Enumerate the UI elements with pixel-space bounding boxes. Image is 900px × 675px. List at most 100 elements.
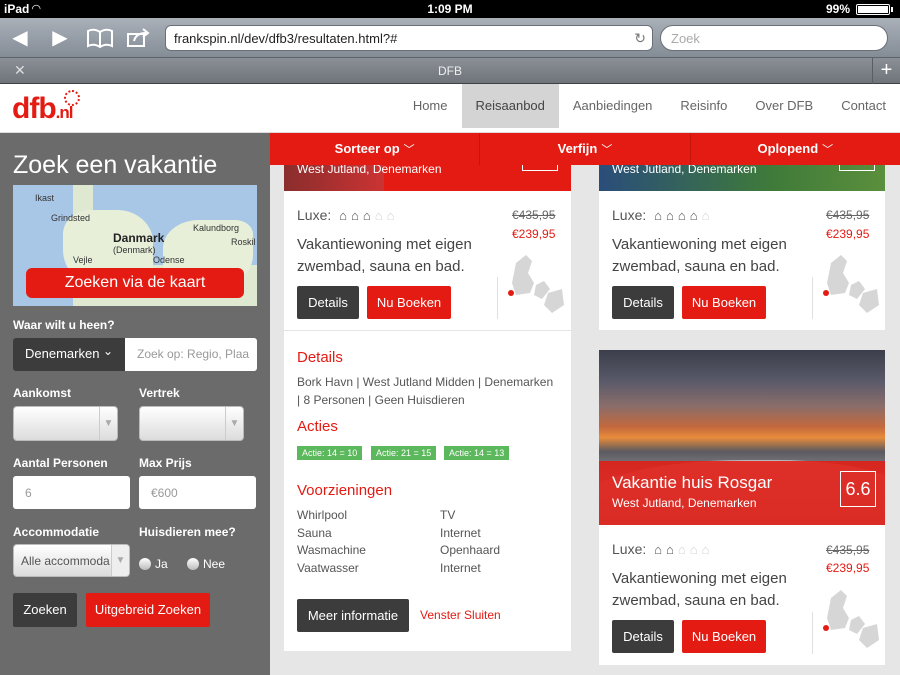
- forward-arrow-icon[interactable]: ▶: [46, 26, 74, 50]
- refine-dropdown[interactable]: Verfijn ﹀: [480, 133, 691, 165]
- map-label: Odense: [153, 255, 185, 265]
- chevron-down-icon: ▼: [225, 407, 243, 440]
- radio-dot: [187, 558, 199, 570]
- search-button[interactable]: Zoeken: [13, 593, 77, 627]
- pets-yes-radio[interactable]: Ja: [139, 557, 168, 571]
- close-window-link[interactable]: Venster Sluiten: [420, 608, 501, 622]
- map-label: Kalundborg: [193, 223, 240, 233]
- desc-line: zwembad, sauna en bad.: [297, 258, 465, 275]
- map-label: Roskil: [231, 237, 256, 247]
- country-select[interactable]: Denemarken ⌄: [13, 338, 125, 371]
- site-header: dfb.nl Home Reisaanbod Aanbiedingen Reis…: [0, 84, 900, 133]
- house-icon: ⌂: [701, 542, 710, 557]
- share-icon[interactable]: [124, 26, 152, 50]
- radio-label: Nee: [203, 557, 226, 571]
- accommodation-select[interactable]: Alle accommoda ▼: [13, 544, 130, 577]
- sidebar-title: Zoek een vakantie: [13, 151, 218, 179]
- house-icon: ⌂: [654, 542, 662, 557]
- book-now-button[interactable]: Nu Boeken: [682, 286, 766, 319]
- denmark-outline-icon: [508, 255, 564, 313]
- nav-contact[interactable]: Contact: [827, 84, 900, 128]
- pets-no-radio[interactable]: Nee: [187, 557, 225, 571]
- facilities-heading: Voorzieningen: [297, 482, 393, 499]
- main-nav: Home Reisaanbod Aanbiedingen Reisinfo Ov…: [399, 84, 900, 128]
- details-button[interactable]: Details: [297, 286, 359, 319]
- luxe-label: Luxe:: [297, 207, 332, 223]
- house-icon: ⌂: [689, 208, 698, 223]
- arrival-select[interactable]: ▼: [13, 406, 118, 441]
- listing-card-1: West Jutland, Denemarken Luxe: ⌂ ⌂ ⌂ ⌂ ⌂ €43…: [284, 159, 571, 651]
- details-heading: Details: [297, 349, 343, 366]
- desc-line: Vakantiewoning met eigen: [612, 570, 787, 587]
- battery-percent: 99%: [825, 2, 850, 16]
- denmark-outline-icon: [823, 590, 879, 648]
- map-label: (Denmark): [113, 245, 156, 255]
- sort-dropdown[interactable]: Sorteer op ﹀: [270, 133, 481, 165]
- new-price: €239,95: [826, 561, 870, 575]
- filter-label: Oplopend: [757, 141, 819, 156]
- chevron-down-icon: ▼: [99, 407, 117, 440]
- details-button[interactable]: Details: [612, 286, 674, 319]
- luxe-rating: Luxe: ⌂ ⌂ ⌂ ⌂ ⌂: [612, 207, 709, 223]
- house-icon: ⌂: [666, 542, 674, 557]
- bookmarks-book-icon[interactable]: [86, 26, 114, 50]
- house-icon: ⌂: [374, 208, 383, 223]
- nav-reisinfo[interactable]: Reisinfo: [666, 84, 741, 128]
- facility-item: Whirlpool: [297, 508, 348, 522]
- book-now-button[interactable]: Nu Boeken: [367, 286, 451, 319]
- back-arrow-icon[interactable]: ◀: [6, 26, 34, 50]
- persons-input[interactable]: 6: [13, 476, 130, 509]
- where-label: Waar wilt u heen?: [13, 318, 115, 332]
- departure-label: Vertrek: [139, 386, 180, 400]
- desc-line: zwembad, sauna en bad.: [612, 592, 780, 609]
- nav-over-dfb[interactable]: Over DFB: [741, 84, 827, 128]
- action-badge: Actie: 21 = 15: [371, 446, 437, 460]
- url-bar[interactable]: frankspin.nl/dev/dfb3/resultaten.html?# …: [165, 25, 653, 51]
- action-badge: Actie: 14 = 10: [297, 446, 363, 460]
- details-button[interactable]: Details: [612, 620, 674, 653]
- departure-select[interactable]: ▼: [139, 406, 244, 441]
- book-now-button[interactable]: Nu Boeken: [682, 620, 766, 653]
- accommodation-label: Accommodatie: [13, 525, 100, 539]
- facility-item: Sauna: [297, 526, 332, 540]
- advanced-search-button[interactable]: Uitgebreid Zoeken: [86, 593, 210, 627]
- luxe-label: Luxe:: [612, 207, 647, 223]
- chevron-down-icon: ﹀: [403, 144, 415, 156]
- nav-aanbiedingen[interactable]: Aanbiedingen: [559, 84, 667, 128]
- chevron-down-icon: ﹀: [601, 144, 613, 156]
- desc-line: Vakantiewoning met eigen: [612, 236, 787, 253]
- more-info-button[interactable]: Meer informatie: [297, 599, 409, 632]
- reload-icon[interactable]: ↻: [634, 30, 646, 47]
- map-search-button[interactable]: Zoeken via de kaart: [26, 268, 244, 298]
- facility-item: Internet: [440, 561, 481, 575]
- browser-search-input[interactable]: Zoek: [660, 25, 888, 51]
- order-dropdown[interactable]: Oplopend ﹀: [691, 133, 900, 165]
- nav-home[interactable]: Home: [399, 84, 462, 128]
- luxe-rating: Luxe: ⌂ ⌂ ⌂ ⌂ ⌂: [612, 541, 709, 557]
- house-icon: ⌂: [677, 208, 686, 223]
- actions-heading: Acties: [297, 418, 338, 435]
- house-icon: ⌂: [362, 208, 371, 223]
- details-line: | 8 Personen | Geen Huisdieren: [297, 393, 465, 407]
- filter-bar: Sorteer op ﹀ Verfijn ﹀ Oplopend ﹀: [270, 133, 900, 165]
- pets-label: Huisdieren mee?: [139, 525, 236, 539]
- facility-item: Openhaard: [440, 543, 501, 557]
- dfb-logo[interactable]: dfb.nl: [12, 90, 80, 126]
- clock: 1:09 PM: [427, 2, 473, 16]
- card-location: West Jutland, Denemarken: [612, 496, 757, 510]
- new-tab-plus-icon[interactable]: +: [872, 58, 900, 84]
- search-sidebar: Zoek een vakantie Grindsted Danmark (Den…: [0, 133, 270, 675]
- card-description: Vakantiewoning met eigen zwembad, sauna …: [612, 568, 787, 612]
- card-title[interactable]: Vakantie huis Rosgar: [612, 473, 772, 493]
- card-description: Vakantiewoning met eigen zwembad, sauna …: [612, 234, 787, 278]
- filter-label: Sorteer op: [334, 141, 400, 156]
- tab-title[interactable]: DFB: [0, 64, 900, 78]
- facility-item: Internet: [440, 526, 481, 540]
- sun-icon: [64, 90, 80, 106]
- region-search-input[interactable]: Zoek op: Regio, Plaa: [125, 338, 257, 371]
- house-icon: ⌂: [689, 542, 698, 557]
- maxprice-input[interactable]: €600: [139, 476, 256, 509]
- arrival-label: Aankomst: [13, 386, 72, 400]
- nav-reisaanbod[interactable]: Reisaanbod: [461, 84, 559, 128]
- old-price: €435,95: [826, 208, 870, 222]
